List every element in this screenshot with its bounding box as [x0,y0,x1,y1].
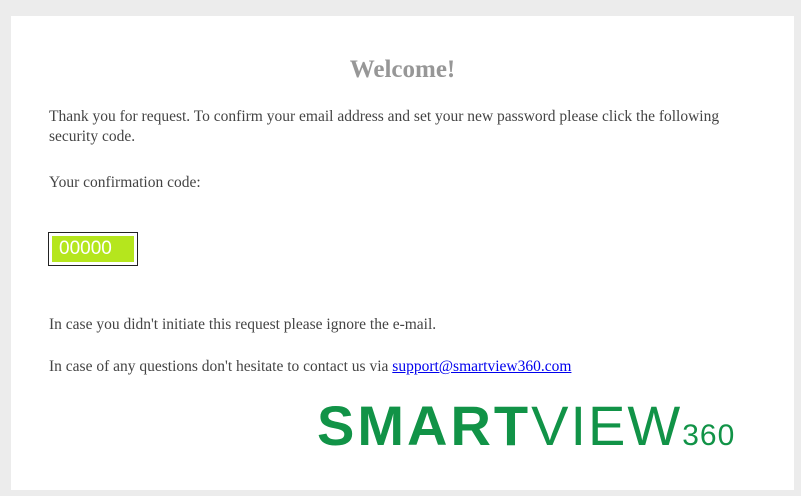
contact-prefix: In case of any questions don't hesitate … [49,358,393,375]
confirmation-code-box[interactable]: 00000 [48,232,138,266]
logo-360: 360 [682,419,736,452]
contact-line: In case of any questions don't hesitate … [49,357,769,377]
smartview360-logo: SMARTVIEW360 [317,393,777,463]
intro-text: Thank you for request. To confirm your e… [49,108,720,145]
confirmation-code-label: Your confirmation code: [49,174,201,191]
confirmation-code[interactable]: 00000 [52,236,134,262]
logo-smart: SMART [317,394,532,457]
ignore-note: In case you didn't initiate this request… [49,316,437,333]
email-card: Welcome! Thank you for request. To confi… [11,16,794,490]
logo-view: VIEW [531,394,683,457]
welcome-title: Welcome! [349,56,456,83]
support-email-link[interactable]: support@smartview360.com [392,358,571,375]
